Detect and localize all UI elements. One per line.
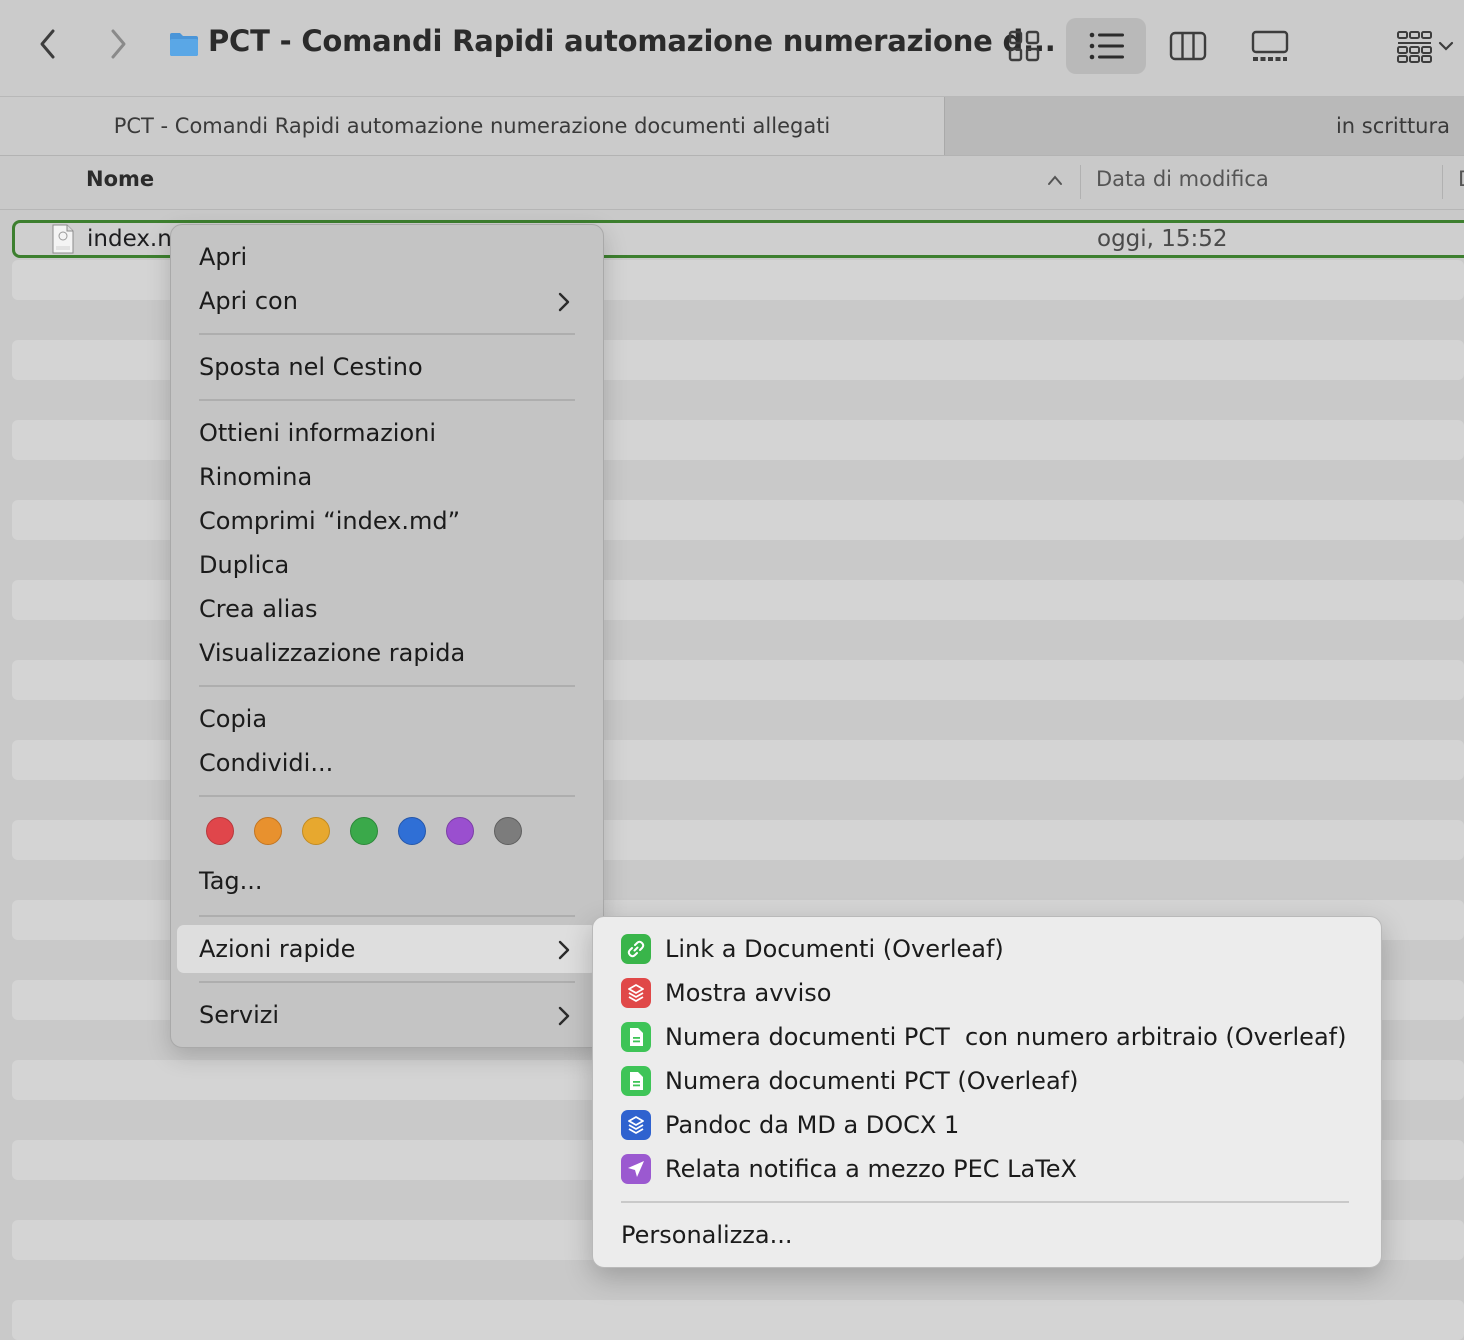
back-button[interactable] [26, 22, 70, 66]
menu-item-duplicate[interactable]: Duplica [199, 551, 289, 579]
menu-separator [199, 795, 575, 797]
list-view-button[interactable] [1066, 18, 1146, 74]
quick-action-label: Numera documenti PCT con numero arbitrai… [665, 1023, 1347, 1051]
tab-label: PCT - Comandi Rapidi automazione numeraz… [113, 114, 831, 138]
tag-gray-dot[interactable] [494, 817, 522, 845]
column-divider[interactable] [1080, 165, 1081, 199]
tag-blue-dot[interactable] [398, 817, 426, 845]
forward-button[interactable] [96, 22, 140, 66]
group-button[interactable] [1388, 18, 1460, 74]
tab-pct-folder[interactable]: PCT - Comandi Rapidi automazione numeraz… [0, 97, 944, 155]
quick-actions-submenu: Link a Documenti (Overleaf) Mostra avvis… [592, 916, 1382, 1268]
chevron-right-icon [558, 1006, 570, 1026]
chevron-right-icon [558, 940, 570, 960]
send-icon [621, 1154, 651, 1184]
column-next-header[interactable]: D [1458, 167, 1464, 191]
quick-action-mostra-avviso[interactable]: Mostra avviso [621, 977, 831, 1009]
menu-item-quick-look[interactable]: Visualizzazione rapida [199, 639, 465, 667]
menu-item-tags[interactable]: Tag... [199, 867, 263, 895]
window-title: PCT - Comandi Rapidi automazione numeraz… [208, 24, 1056, 58]
gallery-view-button[interactable] [1244, 18, 1296, 74]
shortcuts-icon [621, 978, 651, 1008]
file-modified-date: oggi, 15:52 [1097, 226, 1228, 252]
tag-red-dot[interactable] [206, 817, 234, 845]
folder-icon [170, 33, 198, 56]
menu-item-make-alias[interactable]: Crea alias [199, 595, 317, 623]
menu-item-move-to-trash[interactable]: Sposta nel Cestino [199, 353, 423, 381]
chevron-left-icon [40, 29, 55, 59]
markdown-file-icon [52, 224, 74, 254]
menu-separator [199, 399, 575, 401]
menu-separator [199, 333, 575, 335]
menu-separator [199, 685, 575, 687]
quick-action-label: Relata notifica a mezzo PEC LaTeX [665, 1155, 1077, 1183]
menu-separator [199, 915, 575, 917]
quick-action-numera-pct[interactable]: Numera documenti PCT (Overleaf) [621, 1065, 1078, 1097]
chevron-right-icon [111, 29, 126, 59]
menu-item-copy[interactable]: Copia [199, 705, 267, 733]
chevron-down-icon [1438, 41, 1454, 51]
menu-separator [199, 981, 575, 983]
tag-yellow-dot[interactable] [302, 817, 330, 845]
file-name: index.n [87, 226, 172, 252]
quick-action-label: Numera documenti PCT (Overleaf) [665, 1067, 1079, 1095]
document-icon [621, 1022, 651, 1052]
quick-action-label: Pandoc da MD a DOCX 1 [665, 1111, 960, 1139]
column-view-icon [1169, 31, 1207, 61]
column-date-header[interactable]: Data di modifica [1096, 167, 1269, 191]
column-name-header[interactable]: Nome [86, 167, 154, 191]
toolbar: PCT - Comandi Rapidi automazione numeraz… [0, 0, 1464, 96]
tab-label: in scrittura [1335, 114, 1450, 138]
quick-action-numera-arbitrario[interactable]: Numera documenti PCT con numero arbitrai… [621, 1021, 1346, 1053]
column-header: Nome Data di modifica D [0, 155, 1464, 210]
quick-action-link-documenti[interactable]: Link a Documenti (Overleaf) [621, 933, 1004, 965]
chevron-right-icon [558, 292, 570, 312]
tag-purple-dot[interactable] [446, 817, 474, 845]
quick-action-label: Link a Documenti (Overleaf) [665, 935, 1004, 963]
menu-item-share[interactable]: Condividi... [199, 749, 333, 777]
context-menu: Apri Apri con Sposta nel Cestino Ottieni… [170, 224, 604, 1048]
list-view-icon [1089, 32, 1124, 60]
column-divider[interactable] [1442, 165, 1443, 199]
sort-ascending-icon[interactable] [1046, 173, 1064, 187]
menu-item-get-info[interactable]: Ottieni informazioni [199, 419, 436, 447]
document-icon [621, 1066, 651, 1096]
icon-view-button[interactable] [1000, 18, 1048, 74]
quick-action-relata-notifica[interactable]: Relata notifica a mezzo PEC LaTeX [621, 1153, 1077, 1185]
gallery-view-icon [1251, 30, 1289, 61]
menu-item-rename[interactable]: Rinomina [199, 463, 312, 491]
quick-action-customize[interactable]: Personalizza... [621, 1219, 792, 1251]
group-icon [1397, 31, 1432, 63]
menu-item-compress[interactable]: Comprimi “index.md” [199, 507, 460, 535]
list-row-empty [12, 1300, 1464, 1340]
menu-separator [621, 1201, 1349, 1203]
menu-item-open-with[interactable]: Apri con [199, 287, 298, 315]
customize-label: Personalizza... [621, 1221, 793, 1249]
column-view-button[interactable] [1164, 18, 1212, 74]
quick-action-pandoc[interactable]: Pandoc da MD a DOCX 1 [621, 1109, 959, 1141]
menu-item-open[interactable]: Apri [199, 243, 247, 271]
menu-item-quick-actions[interactable]: Azioni rapide [199, 935, 355, 963]
tag-green-dot[interactable] [350, 817, 378, 845]
link-icon [621, 934, 651, 964]
menu-item-services[interactable]: Servizi [199, 1001, 279, 1029]
tab-bar: PCT - Comandi Rapidi automazione numeraz… [0, 96, 1464, 156]
shortcuts-icon [621, 1110, 651, 1140]
tab-in-scrittura[interactable]: in scrittura [944, 97, 1464, 155]
quick-action-label: Mostra avviso [665, 979, 832, 1007]
tag-orange-dot[interactable] [254, 817, 282, 845]
icon-view-icon [1008, 30, 1040, 62]
